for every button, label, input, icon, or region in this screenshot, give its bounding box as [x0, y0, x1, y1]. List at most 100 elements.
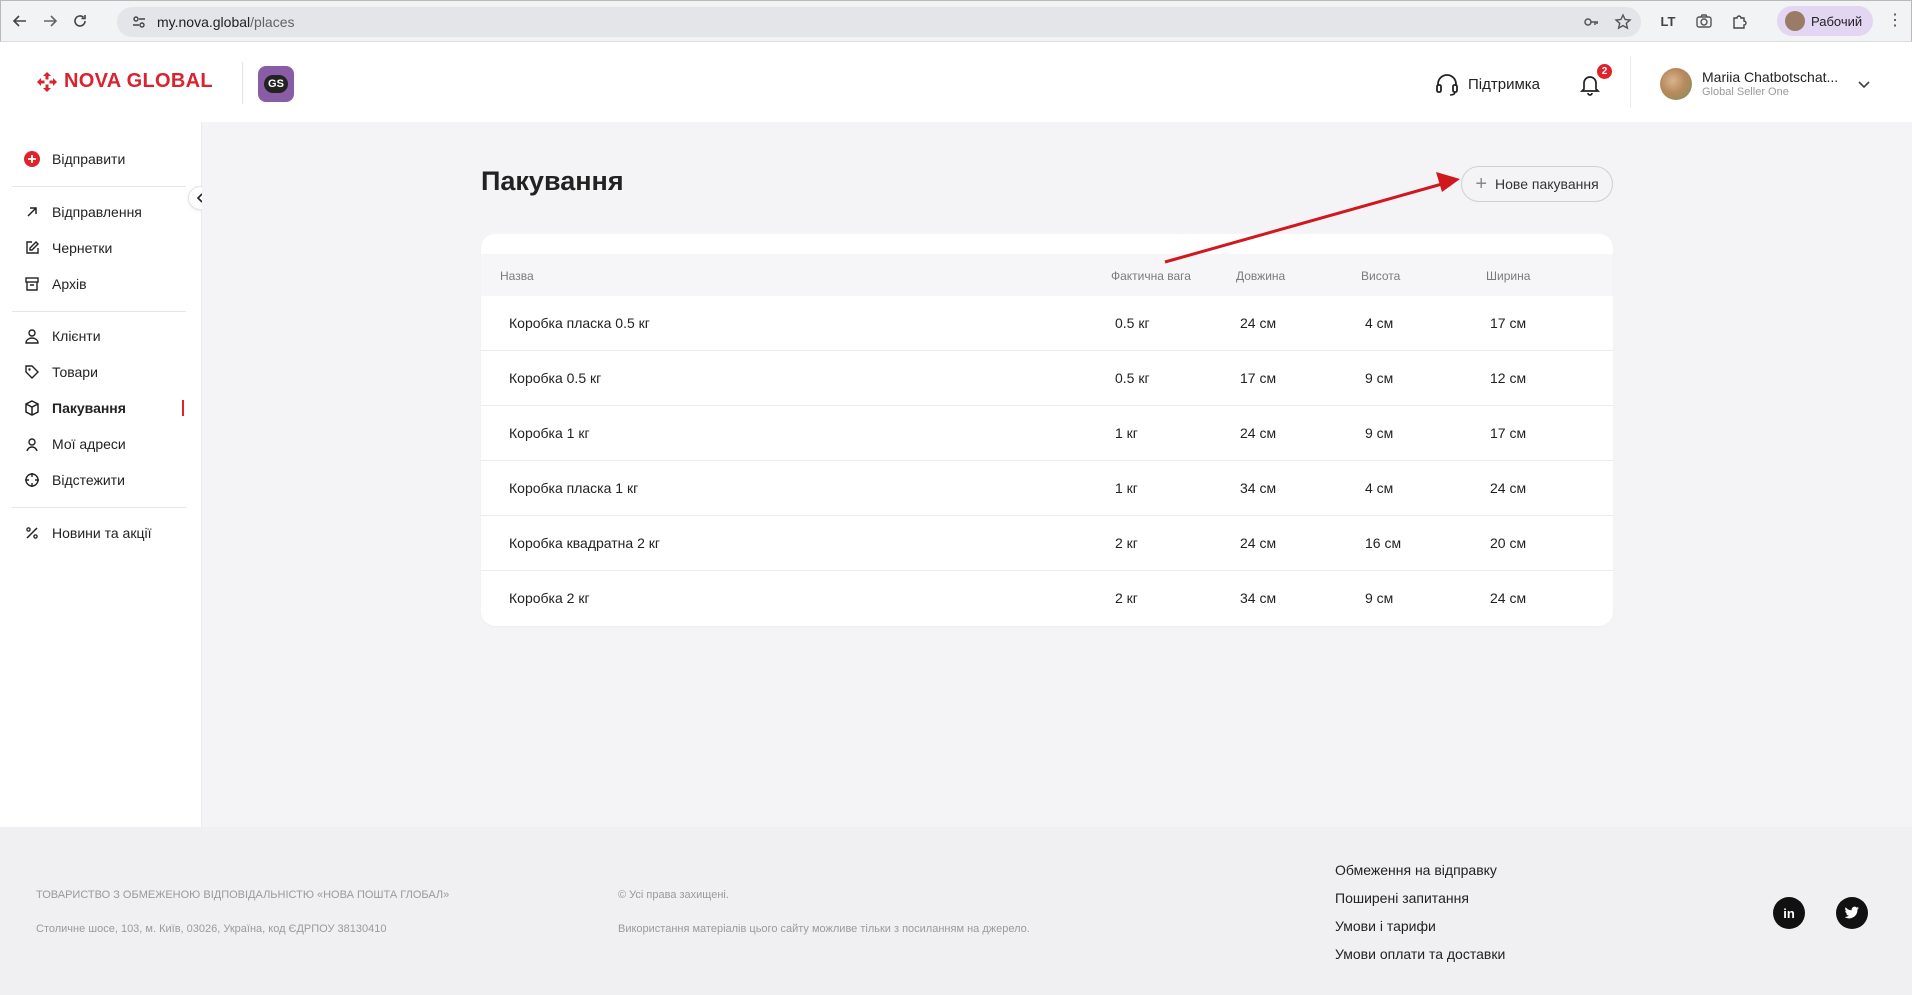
footer-company: ТОВАРИСТВО З ОБМЕЖЕНОЮ ВІДПОВІДАЛЬНІСТЮ … — [36, 889, 450, 901]
footer-address: Столичне шосе, 103, м. Київ, 03026, Укра… — [36, 923, 387, 935]
new-packaging-button[interactable]: + Нове пакування — [1461, 166, 1613, 202]
target-icon — [24, 472, 40, 488]
user-role: Global Seller One — [1702, 86, 1789, 98]
cell-height: 4 см — [1365, 480, 1394, 496]
column-header-height[interactable]: Висота — [1361, 269, 1400, 283]
cell-height: 9 см — [1365, 425, 1394, 441]
sidebar-divider — [12, 311, 186, 312]
browser-menu-icon[interactable]: ⋮ — [1887, 11, 1903, 31]
column-header-name[interactable]: Назва — [500, 269, 534, 283]
cell-width: 24 см — [1490, 480, 1527, 496]
column-header-weight[interactable]: Фактична вага — [1111, 269, 1191, 283]
footer-link-payment-delivery[interactable]: Умови оплати та доставки — [1335, 946, 1505, 962]
sidebar-divider — [12, 186, 186, 187]
support-link[interactable]: Підтримка — [1434, 72, 1540, 96]
cell-length: 24 см — [1240, 425, 1277, 441]
cell-name: Коробка пласка 0.5 кг — [509, 315, 650, 331]
user-icon — [24, 328, 40, 344]
logo-mark-icon — [37, 71, 57, 92]
sidebar-item-label: Товари — [52, 364, 98, 380]
linkedin-icon[interactable]: in — [1773, 897, 1805, 929]
cell-height: 4 см — [1365, 315, 1394, 331]
site-settings-icon[interactable] — [129, 12, 149, 32]
archive-icon — [24, 276, 40, 292]
footer-link-restrictions[interactable]: Обмеження на відправку — [1335, 862, 1497, 878]
packaging-table: Назва Фактична вага Довжина Висота Ширин… — [481, 234, 1613, 626]
nova-global-logo[interactable]: NOVA GLOBAL — [36, 70, 213, 93]
box-icon — [24, 400, 40, 416]
user-menu[interactable]: Mariia Chatbotschat... Global Seller One — [1660, 68, 1870, 100]
table-row[interactable]: Коробка квадратна 2 кг 2 кг 24 см 16 см … — [481, 516, 1613, 571]
cell-name: Коробка пласка 1 кг — [509, 480, 639, 496]
gs-badge[interactable]: GS — [258, 66, 294, 102]
table-row[interactable]: Коробка 2 кг 2 кг 34 см 9 см 24 см — [481, 571, 1613, 626]
table-row[interactable]: Коробка пласка 0.5 кг 0.5 кг 24 см 4 см … — [481, 296, 1613, 351]
sidebar-item-track[interactable]: Відстежити — [24, 470, 125, 490]
twitter-icon[interactable] — [1836, 897, 1868, 929]
sidebar-item-archive[interactable]: Архів — [24, 274, 87, 294]
cell-length: 24 см — [1240, 535, 1277, 551]
languagetool-extension-icon[interactable]: LT — [1657, 9, 1679, 33]
cell-length: 34 см — [1240, 480, 1277, 496]
headset-icon — [1436, 74, 1458, 96]
notifications-count-badge: 2 — [1597, 64, 1612, 79]
cell-length: 17 см — [1240, 370, 1277, 386]
sidebar-item-label: Відправлення — [52, 204, 142, 220]
location-user-icon — [24, 436, 40, 452]
main-content: Пакування + Нове пакування Назва Фактичн… — [202, 122, 1912, 827]
profile-label: Рабочий — [1811, 13, 1863, 29]
footer-link-faq[interactable]: Поширені запитання — [1335, 890, 1469, 906]
footer-usage-note: Використання матеріалів цього сайту можл… — [618, 923, 1030, 935]
sidebar-item-news[interactable]: Новини та акції — [24, 523, 151, 543]
footer-link-tariffs[interactable]: Умови і тарифи — [1335, 918, 1436, 934]
cell-weight: 2 кг — [1115, 535, 1138, 551]
column-header-length[interactable]: Довжина — [1236, 269, 1285, 283]
chevron-down-icon[interactable] — [1858, 77, 1870, 92]
sidebar-item-shipments[interactable]: Відправлення — [24, 202, 142, 222]
cell-height: 9 см — [1365, 590, 1394, 606]
table-row[interactable]: Коробка 0.5 кг 0.5 кг 17 см 9 см 12 см — [481, 351, 1613, 406]
column-header-width[interactable]: Ширина — [1486, 269, 1530, 283]
sidebar-item-clients[interactable]: Клієнти — [24, 326, 101, 346]
cell-width: 17 см — [1490, 425, 1527, 441]
sidebar: Відправити Відправлення Чернетки Архів К… — [0, 122, 202, 827]
new-packaging-label: Нове пакування — [1495, 176, 1599, 192]
sidebar-item-label: Відстежити — [52, 472, 125, 488]
cell-height: 9 см — [1365, 370, 1394, 386]
extensions-puzzle-icon[interactable] — [1729, 9, 1751, 33]
browser-toolbar: my.nova.global/places LT Рабочий ⋮ — [0, 0, 1912, 42]
back-icon[interactable] — [7, 8, 33, 34]
sidebar-item-addresses[interactable]: Мої адреси — [24, 434, 126, 454]
arrow-up-right-icon — [24, 204, 40, 220]
table-row[interactable]: Коробка 1 кг 1 кг 24 см 9 см 17 см — [481, 406, 1613, 461]
sidebar-item-send[interactable]: Відправити — [24, 149, 125, 169]
browser-profile-button[interactable]: Рабочий — [1777, 6, 1873, 36]
reload-icon[interactable] — [67, 8, 93, 34]
table-row[interactable]: Коробка пласка 1 кг 1 кг 34 см 4 см 24 с… — [481, 461, 1613, 516]
header-divider-right — [1630, 56, 1631, 108]
address-bar[interactable]: my.nova.global/places — [117, 7, 1641, 37]
cell-width: 17 см — [1490, 315, 1527, 331]
sidebar-item-packaging[interactable]: Пакування — [24, 398, 126, 418]
footer: ТОВАРИСТВО З ОБМЕЖЕНОЮ ВІДПОВІДАЛЬНІСТЮ … — [0, 827, 1912, 995]
sidebar-item-drafts[interactable]: Чернетки — [24, 238, 112, 258]
sidebar-item-label: Мої адреси — [52, 436, 126, 452]
url-text: my.nova.global/places — [157, 14, 295, 30]
key-icon[interactable] — [1581, 12, 1601, 32]
cell-width: 20 см — [1490, 535, 1527, 551]
cell-weight: 2 кг — [1115, 590, 1138, 606]
sidebar-item-goods[interactable]: Товари — [24, 362, 98, 382]
gs-badge-label: GS — [264, 75, 288, 93]
camera-icon[interactable] — [1693, 9, 1715, 33]
cell-name: Коробка 1 кг — [509, 425, 590, 441]
cell-name: Коробка 2 кг — [509, 590, 590, 606]
cell-weight: 1 кг — [1115, 480, 1138, 496]
bookmark-star-icon[interactable] — [1613, 12, 1633, 32]
forward-icon[interactable] — [37, 8, 63, 34]
cell-width: 24 см — [1490, 590, 1527, 606]
page-title: Пакування — [481, 166, 624, 196]
support-label: Підтримка — [1468, 75, 1541, 93]
user-name: Mariia Chatbotschat... — [1702, 69, 1839, 85]
cell-name: Коробка квадратна 2 кг — [509, 535, 660, 551]
sidebar-item-label: Чернетки — [52, 240, 113, 256]
